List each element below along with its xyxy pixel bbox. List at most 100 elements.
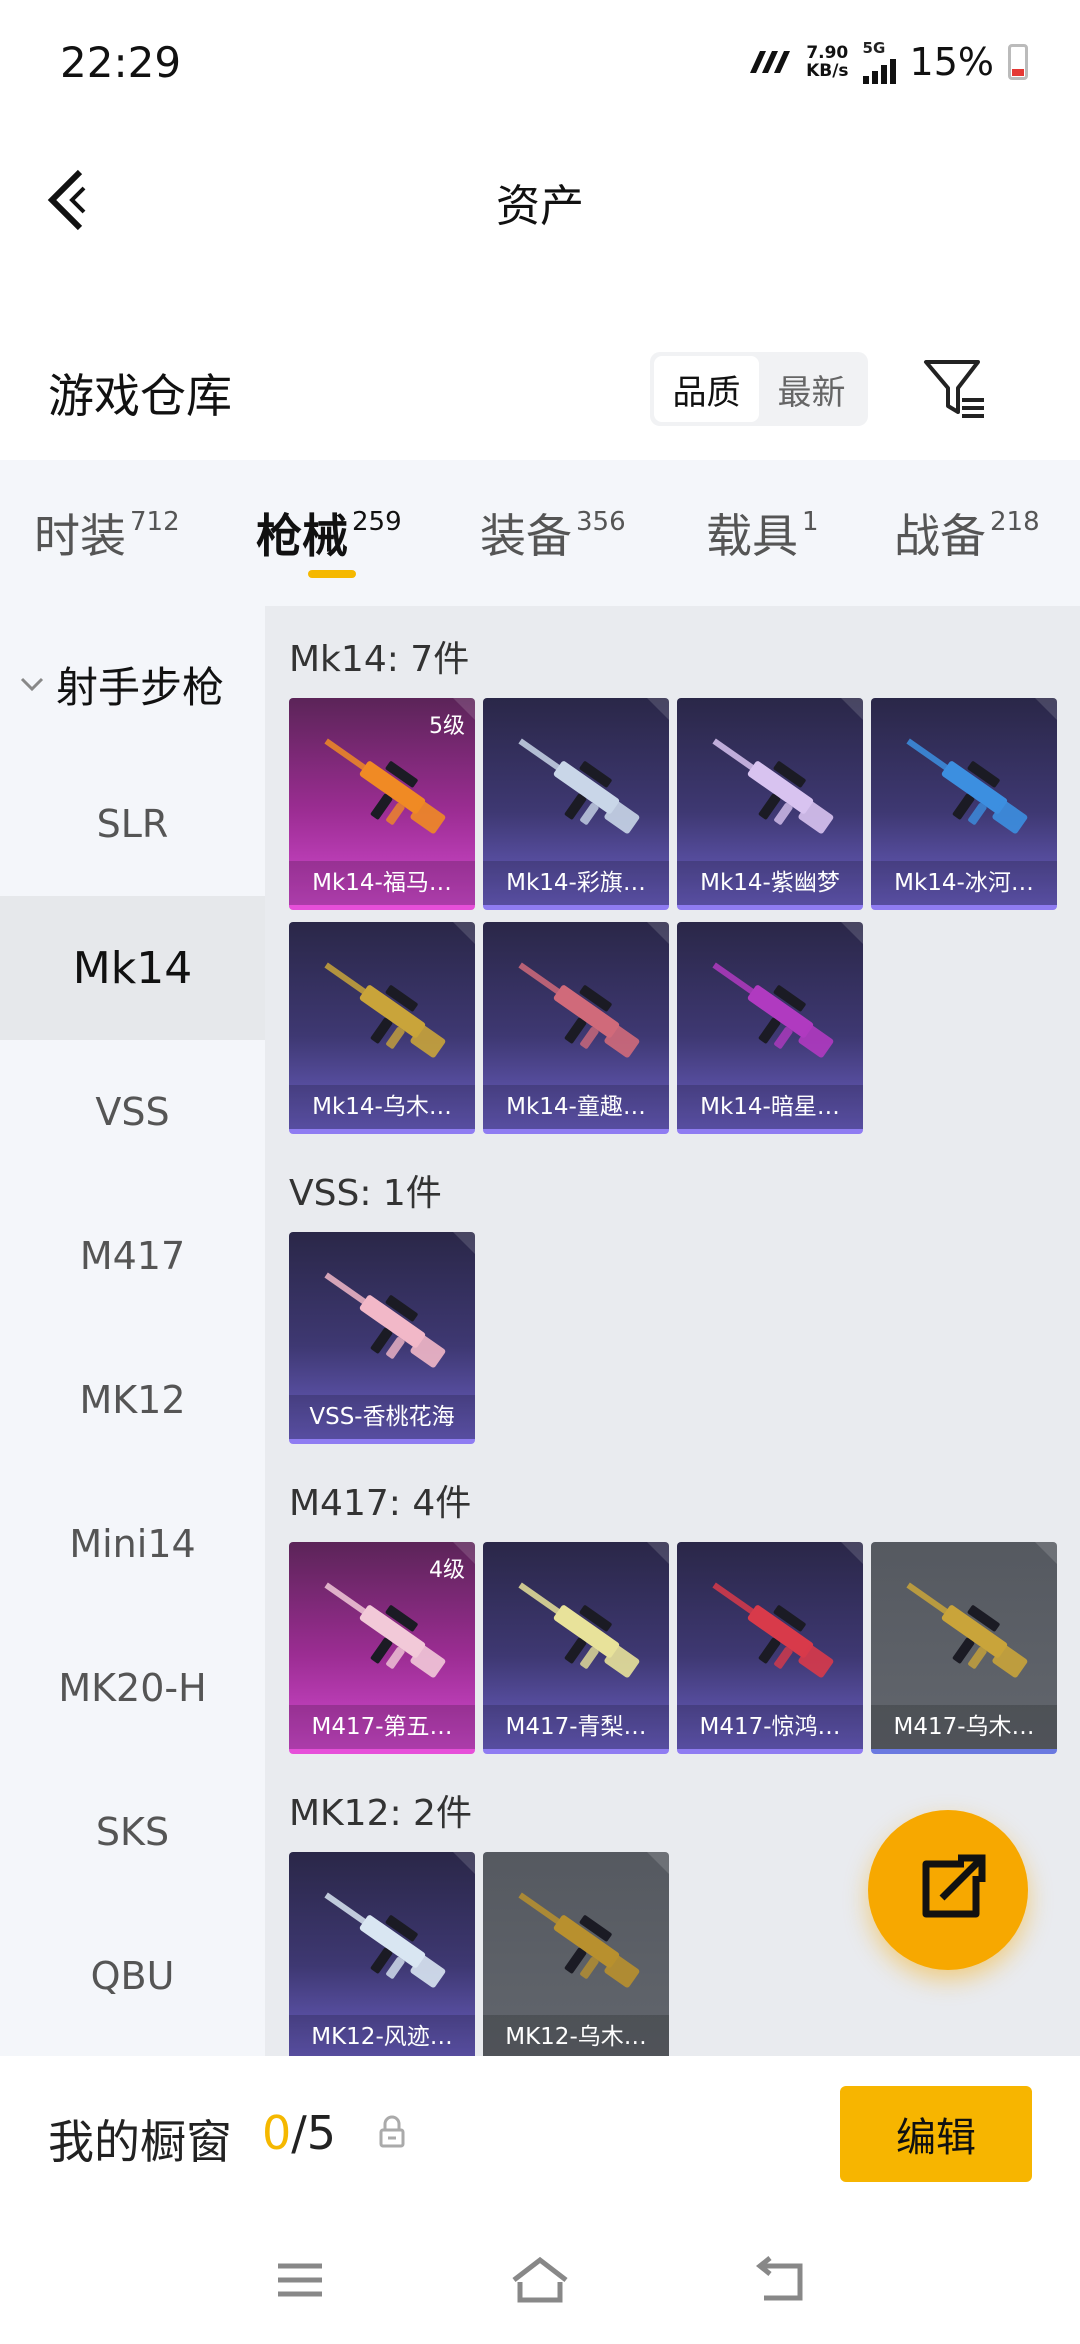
weapon-type-sidebar: 射手步枪 SLR Mk14 VSS M417 MK12 Mini14 MK20-…	[0, 606, 265, 2056]
sidebar-item-mk12[interactable]: MK12	[0, 1328, 265, 1472]
signal: 5G	[862, 40, 896, 84]
group-label-m417: M417: 4件	[289, 1483, 472, 1524]
data-saver-icon	[750, 51, 791, 73]
menu-icon	[278, 2263, 322, 2297]
showcase-current: 0	[262, 2106, 292, 2160]
gun-image	[712, 962, 834, 1058]
gun-image	[518, 1582, 640, 1678]
weapon-card[interactable]: 4级 M417-第五…	[289, 1542, 475, 1754]
weapon-card[interactable]: M417-青梨…	[483, 1542, 669, 1754]
sidebar-group-label: 射手步枪	[56, 663, 225, 712]
tab-label: 枪械	[256, 509, 348, 563]
weapon-card[interactable]: Mk14-暗星…	[677, 922, 863, 1134]
card-corner	[453, 922, 475, 944]
weapon-card[interactable]: 5级 Mk14-福马…	[289, 698, 475, 910]
weapon-name: M417-青梨…	[483, 1705, 669, 1749]
tab-count: 259	[352, 507, 402, 537]
weapon-card[interactable]: M417-乌木…	[871, 1542, 1057, 1754]
showcase-total: /5	[291, 2106, 337, 2160]
group-label-mk14: Mk14: 7件	[289, 639, 470, 680]
weapon-name: Mk14-彩旗…	[483, 861, 669, 905]
gun-image	[324, 1892, 446, 1988]
weapon-card[interactable]: Mk14-冰河…	[871, 698, 1057, 910]
card-corner	[453, 1852, 475, 1874]
tab-vehicles[interactable]: 载具 1	[706, 500, 819, 566]
showcase-count: 0/5	[262, 2106, 336, 2160]
card-corner	[1035, 698, 1057, 720]
weapon-name: VSS-香桃花海	[289, 1395, 475, 1439]
header: 资产	[0, 140, 1080, 260]
card-corner	[647, 698, 669, 720]
tab-count: 712	[130, 507, 180, 537]
weapon-card[interactable]: M417-惊鸿…	[677, 1542, 863, 1754]
tab-label: 装备	[480, 509, 572, 563]
gun-image	[324, 1272, 446, 1368]
signal-icon	[862, 56, 896, 84]
weapon-name: Mk14-暗星…	[677, 1085, 863, 1129]
weapon-card[interactable]: Mk14-彩旗…	[483, 698, 669, 910]
weapon-name: Mk14-冰河…	[871, 861, 1057, 905]
chevron-down-icon	[20, 677, 44, 691]
sidebar-item-mk20h[interactable]: MK20-H	[0, 1616, 265, 1760]
sidebar-item-mini14[interactable]: Mini14	[0, 1472, 265, 1616]
sidebar-item-vss[interactable]: VSS	[0, 1040, 265, 1184]
filter-icon	[924, 360, 984, 418]
group-label-vss: VSS: 1件	[289, 1173, 442, 1214]
weapon-name: M417-第五…	[289, 1705, 475, 1749]
weapon-card[interactable]: Mk14-紫幽梦	[677, 698, 863, 910]
filter-button[interactable]	[920, 354, 990, 424]
weapon-name: Mk14-福马…	[289, 861, 475, 905]
showcase-bar: 我的橱窗 0/5 编辑	[0, 2056, 1080, 2216]
sidebar-group-marksman[interactable]: 射手步枪	[18, 654, 224, 715]
card-corner	[647, 1542, 669, 1564]
gun-image	[324, 962, 446, 1058]
weapon-card[interactable]: MK12-乌木…	[483, 1852, 669, 2056]
status-bar: 22:29 7.90 KB/s 5G 15%	[0, 0, 1080, 120]
gun-image	[324, 738, 446, 834]
tab-count: 218	[990, 507, 1040, 537]
return-icon	[755, 2256, 803, 2301]
sidebar-item-sks[interactable]: SKS	[0, 1760, 265, 1904]
weapon-name: M417-乌木…	[871, 1705, 1057, 1749]
battery-icon	[1008, 44, 1028, 80]
weapon-name: M417-惊鸿…	[677, 1705, 863, 1749]
share-button[interactable]	[868, 1810, 1028, 1970]
status-time: 22:29	[60, 38, 182, 87]
category-tabs: 时装 712 枪械 259 装备 356 载具 1 战备 218	[0, 460, 1080, 606]
weapon-name: Mk14-乌木…	[289, 1085, 475, 1129]
sidebar-item-slr[interactable]: SLR	[0, 752, 265, 896]
sort-quality[interactable]: 品质	[654, 356, 759, 422]
return-button[interactable]	[750, 2252, 810, 2308]
gun-image	[324, 1582, 446, 1678]
net-speed-unit: KB/s	[806, 61, 849, 81]
card-corner	[647, 1852, 669, 1874]
active-tab-indicator	[308, 570, 356, 578]
gun-image	[518, 738, 640, 834]
status-icons: 7.90 KB/s 5G 15%	[748, 40, 1028, 84]
weapon-card[interactable]: VSS-香桃花海	[289, 1232, 475, 1444]
tab-weapons[interactable]: 枪械 259	[256, 500, 402, 566]
tab-label: 战备	[894, 509, 986, 563]
net-speed-value: 7.90	[806, 43, 849, 63]
showcase-label: 我的橱窗	[48, 2115, 232, 2169]
page-title: 资产	[496, 181, 584, 232]
menu-button[interactable]	[270, 2252, 330, 2308]
system-nav-bar	[0, 2216, 1080, 2344]
weapon-card[interactable]: Mk14-童趣…	[483, 922, 669, 1134]
tab-equipment[interactable]: 装备 356	[480, 500, 626, 566]
edit-button[interactable]: 编辑	[840, 2086, 1032, 2182]
weapon-card[interactable]: Mk14-乌木…	[289, 922, 475, 1134]
weapon-name: MK12-乌木…	[483, 2015, 669, 2056]
tab-gear[interactable]: 战备 218	[894, 500, 1040, 566]
weapon-card[interactable]: MK12-风迹…	[289, 1852, 475, 2056]
weapon-name: MK12-风迹…	[289, 2015, 475, 2056]
sidebar-item-qbu[interactable]: QBU	[0, 1904, 265, 2048]
tab-label: 载具	[706, 509, 798, 563]
sidebar-item-mk14[interactable]: Mk14	[0, 896, 265, 1040]
card-corner	[647, 922, 669, 944]
home-button[interactable]	[510, 2252, 570, 2308]
sidebar-item-m417[interactable]: M417	[0, 1184, 265, 1328]
card-corner	[841, 698, 863, 720]
tab-fashion[interactable]: 时装 712	[34, 500, 180, 566]
sort-newest[interactable]: 最新	[759, 356, 864, 422]
